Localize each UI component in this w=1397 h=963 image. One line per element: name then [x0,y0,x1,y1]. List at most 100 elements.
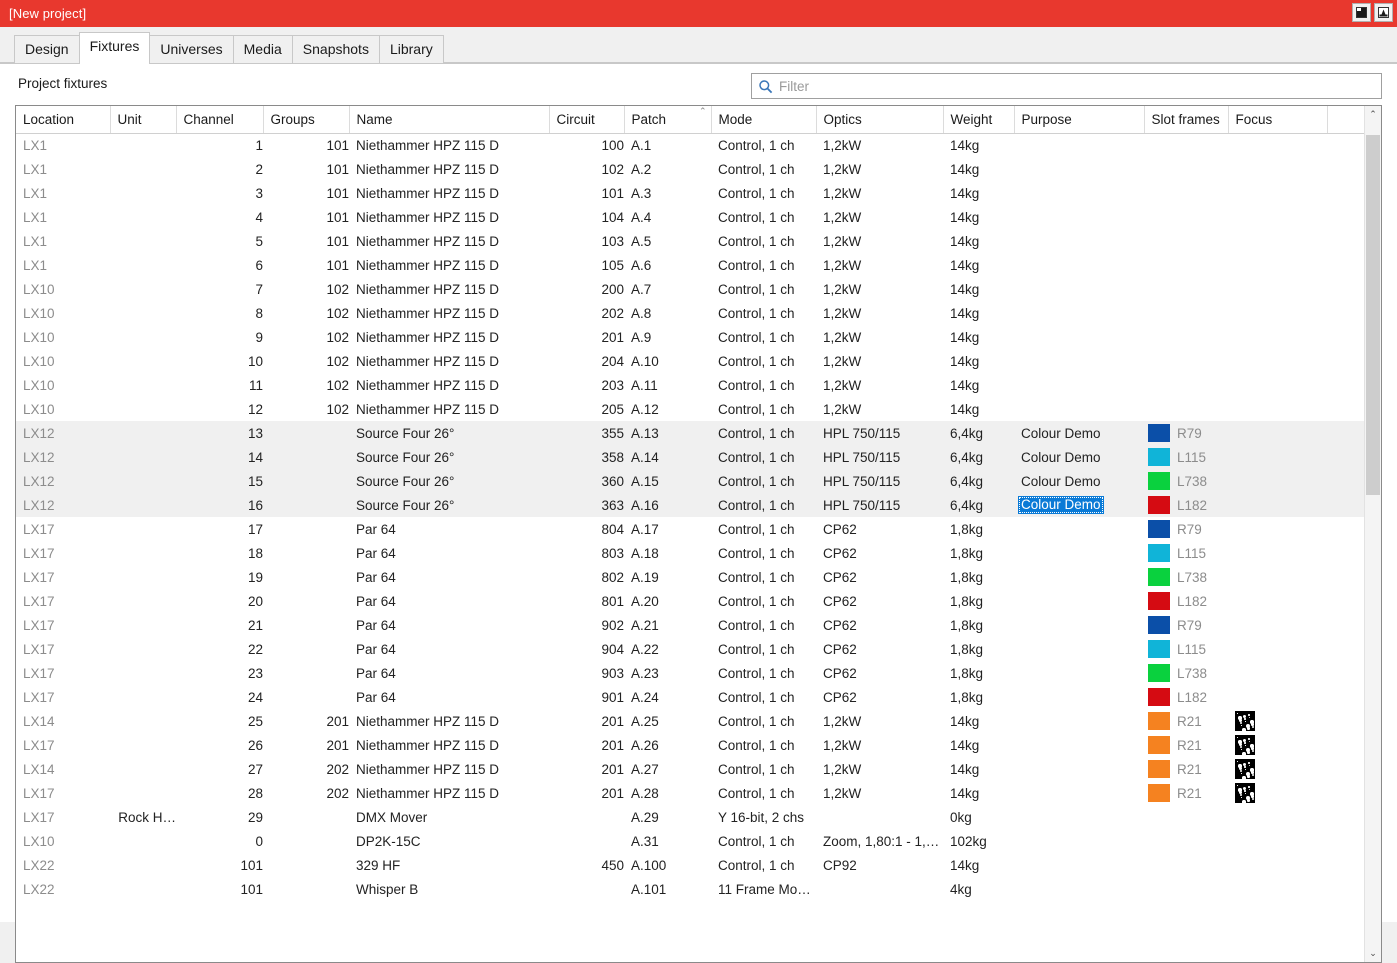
mode-cell[interactable]: Control, 1 ch [711,709,816,733]
location-cell[interactable]: LX22 [16,877,110,901]
focus-cell[interactable] [1228,301,1327,325]
weight-cell[interactable]: 14kg [943,373,1014,397]
table-row[interactable]: LX1011102Niethammer HPZ 115 D203A.11Cont… [16,373,1365,397]
groups-cell[interactable]: 201 [263,733,349,757]
slot-frames-cell[interactable] [1144,133,1228,157]
slot-frames-cell[interactable]: R79 [1144,421,1228,445]
location-cell[interactable]: LX17 [16,517,110,541]
purpose-cell[interactable] [1014,253,1144,277]
slot-frames-cell[interactable] [1144,397,1228,421]
patch-cell[interactable]: A.23 [624,661,711,685]
purpose-cell[interactable] [1014,325,1144,349]
channel-cell[interactable]: 18 [176,541,263,565]
circuit-cell[interactable]: 204 [549,349,624,373]
name-cell[interactable]: Whisper B [349,877,549,901]
circuit-cell[interactable]: 801 [549,589,624,613]
patch-cell[interactable]: A.9 [624,325,711,349]
patch-cell[interactable]: A.24 [624,685,711,709]
optics-cell[interactable] [816,805,943,829]
purpose-cell[interactable] [1014,589,1144,613]
mode-cell[interactable]: Control, 1 ch [711,181,816,205]
table-row[interactable]: LX1728202Niethammer HPZ 115 D201A.28Cont… [16,781,1365,805]
focus-cell[interactable] [1228,133,1327,157]
groups-cell[interactable] [263,853,349,877]
weight-cell[interactable]: 14kg [943,349,1014,373]
weight-cell[interactable]: 0kg [943,805,1014,829]
circuit-cell[interactable]: 360 [549,469,624,493]
weight-cell[interactable]: 14kg [943,853,1014,877]
circuit-cell[interactable]: 105 [549,253,624,277]
slot-frames-cell[interactable]: L738 [1144,469,1228,493]
location-cell[interactable]: LX22 [16,853,110,877]
table-row[interactable]: LX15101Niethammer HPZ 115 D103A.5Control… [16,229,1365,253]
name-cell[interactable]: Niethammer HPZ 115 D [349,349,549,373]
table-row[interactable]: LX1724Par 64901A.24Control, 1 chCP621,8k… [16,685,1365,709]
channel-cell[interactable]: 10 [176,349,263,373]
groups-cell[interactable] [263,613,349,637]
unit-cell[interactable] [110,421,176,445]
mode-cell[interactable]: Control, 1 ch [711,829,816,853]
slot-frames-cell[interactable]: L182 [1144,589,1228,613]
location-cell[interactable]: LX10 [16,277,110,301]
focus-cell[interactable] [1228,613,1327,637]
unit-cell[interactable] [110,829,176,853]
unit-cell[interactable] [110,205,176,229]
scroll-down-button[interactable]: ⌄ [1365,945,1381,962]
slot-frames-cell[interactable] [1144,829,1228,853]
mode-cell[interactable]: Control, 1 ch [711,469,816,493]
location-cell[interactable]: LX17 [16,637,110,661]
purpose-cell[interactable] [1014,613,1144,637]
optics-cell[interactable]: HPL 750/115 [816,493,943,517]
purpose-cell[interactable] [1014,157,1144,181]
location-cell[interactable]: LX17 [16,805,110,829]
channel-cell[interactable]: 25 [176,709,263,733]
groups-cell[interactable]: 102 [263,301,349,325]
patch-cell[interactable]: A.21 [624,613,711,637]
column-header-slotframes[interactable]: Slot frames [1144,106,1228,133]
unit-cell[interactable] [110,373,176,397]
slot-frames-cell[interactable] [1144,301,1228,325]
weight-cell[interactable]: 14kg [943,709,1014,733]
name-cell[interactable]: Niethammer HPZ 115 D [349,781,549,805]
purpose-cell[interactable] [1014,373,1144,397]
mode-cell[interactable]: Control, 1 ch [711,277,816,301]
patch-cell[interactable]: A.17 [624,517,711,541]
purpose-cell[interactable] [1014,685,1144,709]
mode-cell[interactable]: Control, 1 ch [711,229,816,253]
weight-cell[interactable]: 1,8kg [943,613,1014,637]
name-cell[interactable]: Niethammer HPZ 115 D [349,397,549,421]
mode-cell[interactable]: Control, 1 ch [711,205,816,229]
scroll-up-button[interactable]: ⌃ [1365,106,1381,123]
focus-cell[interactable] [1228,829,1327,853]
circuit-cell[interactable] [549,877,624,901]
optics-cell[interactable]: 1,2kW [816,253,943,277]
unit-cell[interactable] [110,661,176,685]
slot-frames-cell[interactable] [1144,853,1228,877]
focus-cell[interactable] [1228,277,1327,301]
column-header-spacer[interactable] [1327,106,1365,133]
unit-cell[interactable] [110,445,176,469]
groups-cell[interactable] [263,805,349,829]
mode-cell[interactable]: Control, 1 ch [711,349,816,373]
optics-cell[interactable]: CP92 [816,853,943,877]
patch-cell[interactable]: A.25 [624,709,711,733]
table-row[interactable]: LX1723Par 64903A.23Control, 1 chCP621,8k… [16,661,1365,685]
weight-cell[interactable]: 14kg [943,229,1014,253]
patch-cell[interactable]: A.10 [624,349,711,373]
purpose-cell[interactable] [1014,877,1144,901]
focus-cell[interactable] [1228,757,1327,781]
groups-cell[interactable] [263,445,349,469]
circuit-cell[interactable]: 200 [549,277,624,301]
purpose-cell[interactable] [1014,709,1144,733]
channel-cell[interactable]: 11 [176,373,263,397]
table-row[interactable]: LX1718Par 64803A.18Control, 1 chCP621,8k… [16,541,1365,565]
table-row[interactable]: LX1717Par 64804A.17Control, 1 chCP621,8k… [16,517,1365,541]
mode-cell[interactable]: Control, 1 ch [711,421,816,445]
location-cell[interactable]: LX10 [16,373,110,397]
location-cell[interactable]: LX17 [16,541,110,565]
circuit-cell[interactable]: 450 [549,853,624,877]
table-row[interactable]: LX1215Source Four 26°360A.15Control, 1 c… [16,469,1365,493]
table-row[interactable]: LX1721Par 64902A.21Control, 1 chCP621,8k… [16,613,1365,637]
groups-cell[interactable] [263,829,349,853]
groups-cell[interactable]: 101 [263,181,349,205]
